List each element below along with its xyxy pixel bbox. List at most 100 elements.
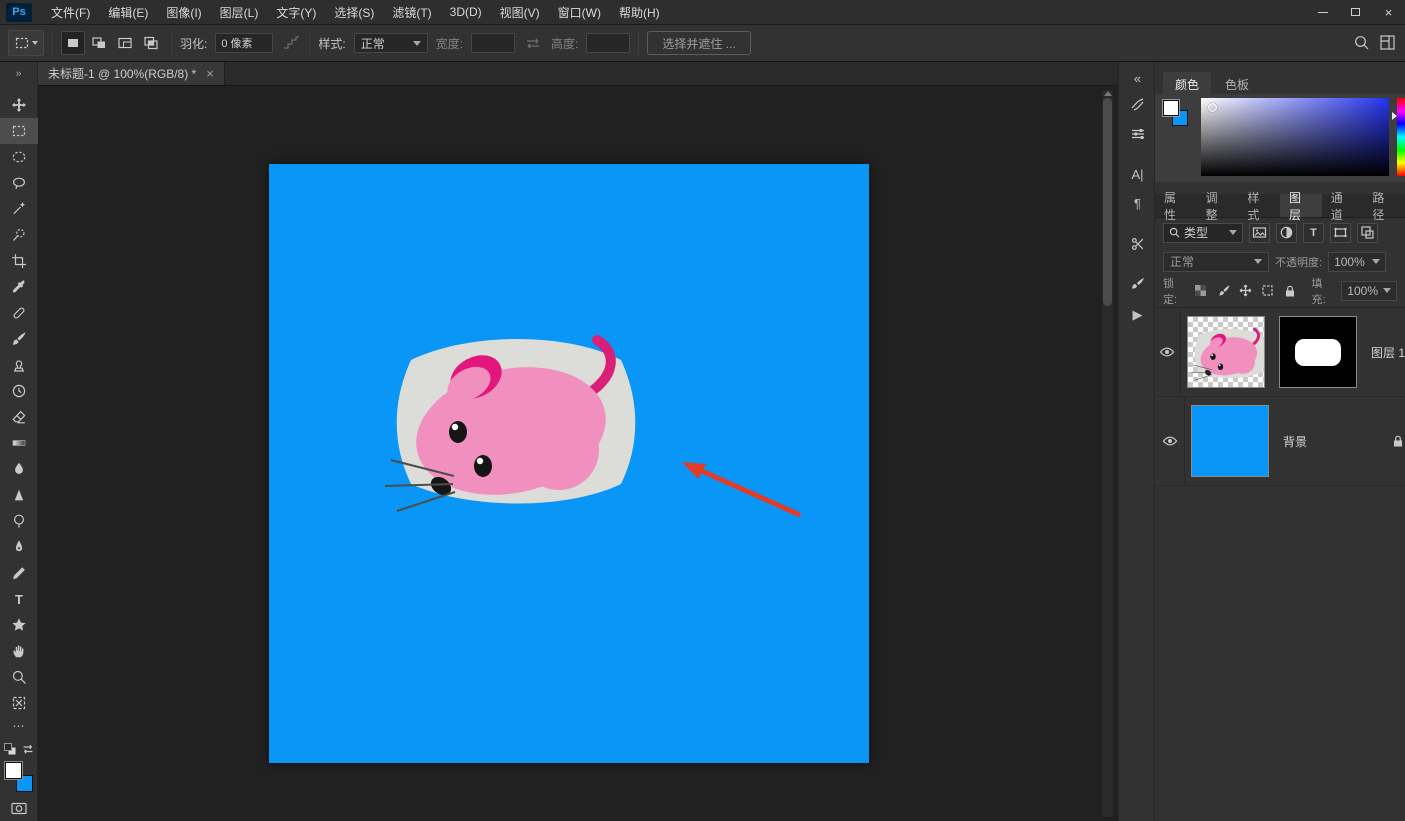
subtract-from-selection-button[interactable] bbox=[113, 31, 137, 55]
healing-brush-tool[interactable] bbox=[0, 300, 38, 326]
tab-styles[interactable]: 样式 bbox=[1238, 194, 1280, 217]
lock-transparency-button[interactable] bbox=[1193, 282, 1209, 299]
filter-shape-button[interactable] bbox=[1330, 223, 1351, 243]
maximize-button[interactable] bbox=[1339, 0, 1372, 25]
zoom-tool[interactable] bbox=[0, 664, 38, 690]
menu-window[interactable]: 窗口(W) bbox=[549, 0, 610, 25]
foreground-color-swatch[interactable] bbox=[1163, 100, 1179, 116]
intersect-selection-button[interactable] bbox=[139, 31, 163, 55]
hue-slider[interactable] bbox=[1397, 98, 1405, 176]
tab-channels[interactable]: 通道 bbox=[1322, 194, 1364, 217]
character-panel-icon[interactable]: A| bbox=[1119, 162, 1156, 186]
filter-type-select[interactable]: 类型 bbox=[1163, 223, 1243, 243]
blur-tool[interactable] bbox=[0, 456, 38, 482]
tab-color[interactable]: 颜色 bbox=[1163, 72, 1211, 94]
add-to-selection-button[interactable] bbox=[87, 31, 111, 55]
tab-layers[interactable]: 图层 bbox=[1280, 194, 1322, 217]
custom-shape-tool[interactable] bbox=[0, 612, 38, 638]
dodge-tool[interactable] bbox=[0, 508, 38, 534]
more-tools-icon[interactable]: ⋯ bbox=[0, 716, 38, 736]
opacity-select[interactable]: 100% bbox=[1328, 252, 1386, 272]
brush-tool[interactable] bbox=[0, 326, 38, 352]
elliptical-marquee-tool[interactable] bbox=[0, 144, 38, 170]
sharpen-tool[interactable] bbox=[0, 482, 38, 508]
pen-tool[interactable] bbox=[0, 534, 38, 560]
default-colors-icon[interactable] bbox=[3, 742, 17, 756]
brush-settings-panel-icon[interactable] bbox=[1119, 92, 1156, 116]
document-canvas[interactable] bbox=[269, 164, 869, 763]
quick-mask-button[interactable] bbox=[0, 798, 38, 818]
lock-all-button[interactable] bbox=[1281, 282, 1297, 299]
search-icon[interactable] bbox=[1353, 34, 1371, 52]
layer-mask-thumbnail[interactable] bbox=[1279, 316, 1357, 388]
rectangular-marquee-tool[interactable] bbox=[0, 118, 38, 144]
color-cursor[interactable] bbox=[1208, 103, 1217, 112]
menu-type[interactable]: 文字(Y) bbox=[267, 0, 325, 25]
menu-filter[interactable]: 滤镜(T) bbox=[383, 0, 440, 25]
pasteboard[interactable] bbox=[38, 86, 1118, 821]
filter-image-button[interactable] bbox=[1249, 223, 1270, 243]
layer-row-1[interactable]: 图层 1 bbox=[1155, 308, 1405, 397]
style-select[interactable]: 正常 bbox=[354, 33, 428, 53]
swap-colors-icon[interactable] bbox=[21, 742, 35, 756]
lock-artboard-button[interactable] bbox=[1259, 282, 1275, 299]
tab-adjustments[interactable]: 调整 bbox=[1197, 194, 1239, 217]
frame-tool[interactable] bbox=[0, 690, 38, 716]
filter-adjustment-button[interactable] bbox=[1276, 223, 1297, 243]
crop-tool[interactable] bbox=[0, 248, 38, 274]
lock-paint-button[interactable] bbox=[1215, 282, 1231, 299]
menu-help[interactable]: 帮助(H) bbox=[610, 0, 669, 25]
clone-stamp-tool[interactable] bbox=[0, 352, 38, 378]
filter-smart-object-button[interactable] bbox=[1357, 223, 1378, 243]
tab-properties[interactable]: 属性 bbox=[1155, 194, 1197, 217]
layer-name[interactable]: 图层 1 bbox=[1371, 344, 1405, 361]
visibility-cell[interactable] bbox=[1155, 308, 1181, 396]
menu-layer[interactable]: 图层(L) bbox=[211, 0, 268, 25]
menu-image[interactable]: 图像(I) bbox=[157, 0, 210, 25]
tab-paths[interactable]: 路径 bbox=[1363, 194, 1405, 217]
menu-select[interactable]: 选择(S) bbox=[325, 0, 383, 25]
feather-input[interactable] bbox=[215, 33, 273, 53]
menu-edit[interactable]: 编辑(E) bbox=[99, 0, 157, 25]
expand-panels-icon[interactable]: « bbox=[1119, 66, 1156, 90]
quick-selection-tool[interactable] bbox=[0, 222, 38, 248]
select-and-mask-button[interactable]: 选择并遮住 ... bbox=[647, 31, 750, 55]
brushes-panel-icon[interactable] bbox=[1119, 272, 1156, 296]
vertical-scrollbar[interactable] bbox=[1101, 89, 1114, 818]
layer-row-background[interactable]: 背景 bbox=[1155, 397, 1405, 486]
menu-file[interactable]: 文件(F) bbox=[42, 0, 99, 25]
visibility-cell[interactable] bbox=[1155, 397, 1185, 485]
tab-swatches[interactable]: 色板 bbox=[1213, 72, 1261, 94]
type-tool[interactable]: T bbox=[0, 586, 38, 612]
hand-tool[interactable] bbox=[0, 638, 38, 664]
new-selection-button[interactable] bbox=[61, 31, 85, 55]
foreground-color-swatch[interactable] bbox=[5, 762, 22, 779]
tab-close-icon[interactable]: × bbox=[206, 66, 214, 81]
workspace-switcher-icon[interactable] bbox=[1379, 34, 1397, 52]
magic-wand-tool[interactable] bbox=[0, 196, 38, 222]
saturation-brightness-field[interactable] bbox=[1201, 98, 1389, 176]
close-button[interactable]: × bbox=[1372, 0, 1405, 25]
menu-3d[interactable]: 3D(D) bbox=[441, 0, 491, 25]
layer-thumbnail[interactable] bbox=[1191, 405, 1269, 477]
gradient-tool[interactable] bbox=[0, 430, 38, 456]
height-input[interactable] bbox=[586, 33, 630, 53]
move-tool[interactable] bbox=[0, 92, 38, 118]
eraser-tool[interactable] bbox=[0, 404, 38, 430]
minimize-button[interactable] bbox=[1306, 0, 1339, 25]
layer-thumbnail[interactable] bbox=[1187, 316, 1265, 388]
paragraph-panel-icon[interactable]: ¶ bbox=[1119, 191, 1156, 215]
toolbar-expand-icon[interactable]: » bbox=[0, 65, 37, 83]
blend-mode-select[interactable]: 正常 bbox=[1163, 252, 1269, 272]
width-input[interactable] bbox=[471, 33, 515, 53]
tool-preset-picker[interactable] bbox=[8, 30, 44, 56]
adjustments-panel-icon[interactable] bbox=[1119, 122, 1156, 146]
pencil-tool[interactable] bbox=[0, 560, 38, 586]
scrollbar-thumb[interactable] bbox=[1103, 98, 1112, 306]
lasso-tool[interactable] bbox=[0, 170, 38, 196]
document-tab[interactable]: 未标题-1 @ 100%(RGB/8) * × bbox=[38, 62, 225, 85]
scroll-up-icon[interactable] bbox=[1104, 91, 1112, 96]
swap-width-height-icon[interactable] bbox=[523, 35, 543, 51]
layer-name[interactable]: 背景 bbox=[1283, 433, 1307, 450]
filter-type-button[interactable]: T bbox=[1303, 223, 1324, 243]
